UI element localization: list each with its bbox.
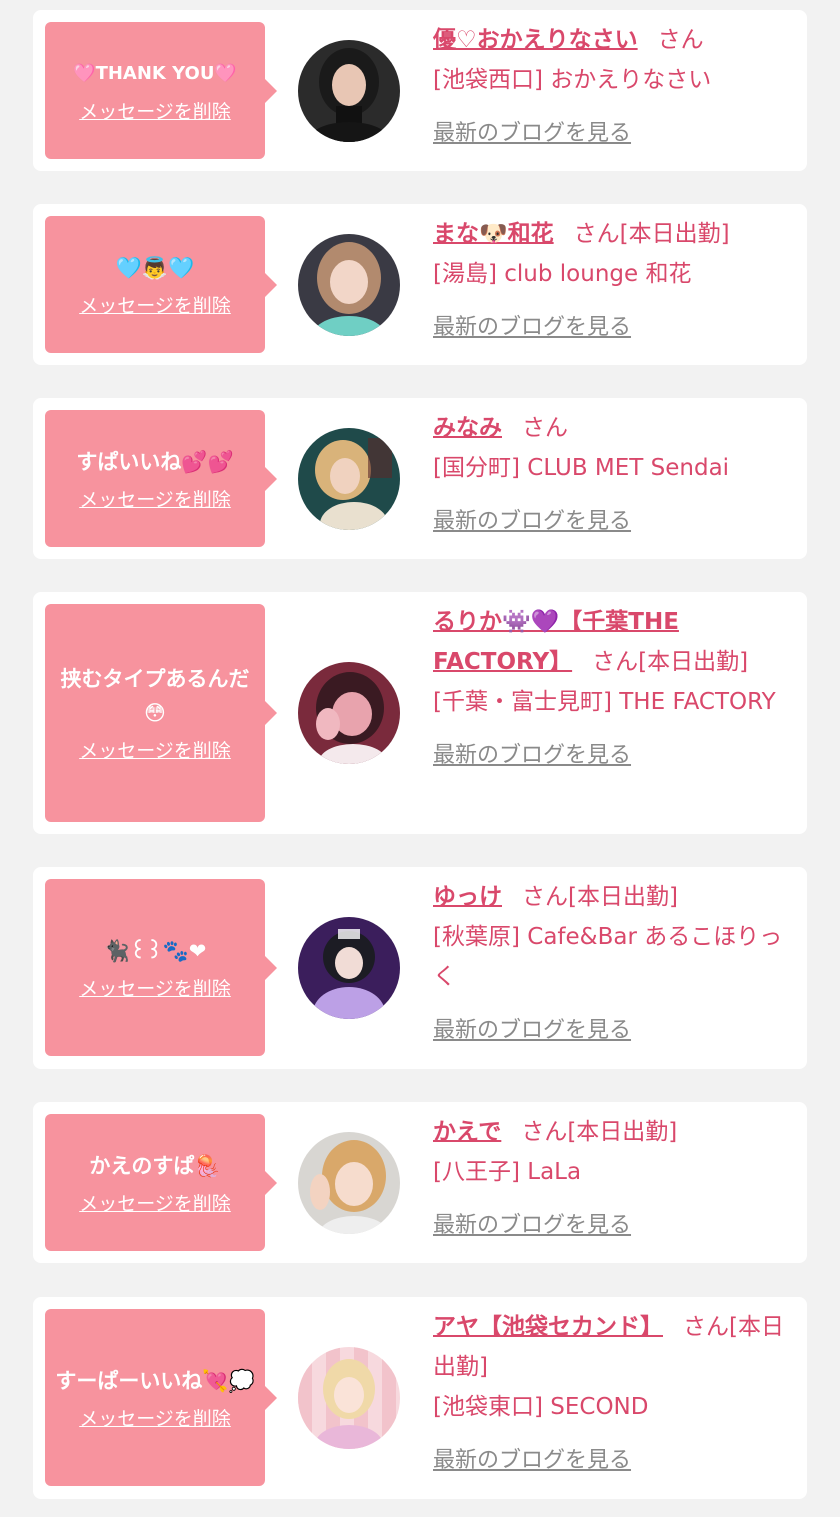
message-text: かえのすぱ🪼 bbox=[89, 1153, 221, 1178]
delete-message-link[interactable]: メッセージを削除 bbox=[79, 99, 231, 125]
latest-blog-link[interactable]: 最新のブログを見る bbox=[433, 1441, 793, 1481]
delete-message-link[interactable]: メッセージを削除 bbox=[79, 1191, 231, 1217]
name-line: まな🐶和花 さん[本日出勤] bbox=[433, 214, 793, 254]
cast-name-link[interactable]: かえで bbox=[433, 1119, 501, 1145]
shop-location: [八王子] LaLa bbox=[433, 1159, 582, 1185]
cast-info: みなみ さん [国分町] CLUB MET Sendai 最新のブログを見る bbox=[433, 408, 793, 542]
message-card: かえのすぱ🪼 メッセージを削除 かえで さん[本日出勤] [八王子] LaLa 最… bbox=[33, 1102, 807, 1263]
latest-blog-link[interactable]: 最新のブログを見る bbox=[433, 1206, 793, 1246]
message-bubble: 🐈‍⬛꒰꒱🐾❤ メッセージを削除 bbox=[45, 879, 265, 1056]
avatar[interactable] bbox=[298, 234, 400, 336]
latest-blog-link[interactable]: 最新のブログを見る bbox=[433, 736, 793, 776]
message-card: 🩷THANK YOU🩷 メッセージを削除 優♡おかえりなさい さん [池袋西口] … bbox=[33, 10, 807, 171]
avatar[interactable] bbox=[298, 662, 400, 764]
avatar-dark-hair-woman-icon bbox=[298, 40, 400, 142]
delete-message-link[interactable]: メッセージを削除 bbox=[79, 1406, 231, 1432]
cast-name-link[interactable]: ゆっけ bbox=[433, 884, 502, 910]
honorific: さん[本日出勤] bbox=[573, 221, 730, 247]
cast-info: かえで さん[本日出勤] [八王子] LaLa 最新のブログを見る bbox=[433, 1112, 793, 1246]
message-card: 🩵👼🩵 メッセージを削除 まな🐶和花 さん[本日出勤] [湯島] club lou… bbox=[33, 204, 807, 365]
avatar[interactable] bbox=[298, 1132, 400, 1234]
latest-blog-link[interactable]: 最新のブログを見る bbox=[433, 502, 793, 542]
name-line: かえで さん[本日出勤] bbox=[433, 1112, 793, 1152]
delete-message-link[interactable]: メッセージを削除 bbox=[79, 738, 231, 764]
message-text: 🩷THANK YOU🩷 bbox=[73, 62, 237, 84]
honorific: さん bbox=[522, 415, 568, 441]
name-line: みなみ さん bbox=[433, 408, 793, 448]
message-card: すぱいいね💕💕 メッセージを削除 みなみ さん [国分町] CLUB MET Se… bbox=[33, 398, 807, 559]
avatar-pink-background-icon bbox=[298, 1347, 400, 1449]
shop-location: [秋葉原] Cafe&Bar あるこほりっく bbox=[433, 924, 783, 990]
message-text: 🐈‍⬛꒰꒱🐾❤ bbox=[103, 938, 207, 963]
cast-name-link[interactable]: アヤ【池袋セカンド】 bbox=[433, 1314, 663, 1340]
message-text: 挟むタイプあるんだ😳 bbox=[60, 667, 250, 725]
shop-location: [千葉・富士見町] THE FACTORY bbox=[433, 689, 776, 715]
name-line: るりか👾💜【千葉THE FACTORY】 さん[本日出勤] bbox=[433, 602, 793, 682]
message-card: すーぱーいいね💘💭 メッセージを削除 アヤ【池袋セカンド】 さん[本日出勤] [池… bbox=[33, 1297, 807, 1499]
avatar-purple-costume-icon bbox=[298, 917, 400, 1019]
delete-message-link[interactable]: メッセージを削除 bbox=[79, 487, 231, 513]
cast-name-link[interactable]: 優♡おかえりなさい bbox=[433, 27, 638, 53]
message-bubble: かえのすぱ🪼 メッセージを削除 bbox=[45, 1114, 265, 1251]
cast-name-link[interactable]: まな🐶和花 bbox=[433, 221, 554, 247]
latest-blog-link[interactable]: 最新のブログを見る bbox=[433, 114, 793, 154]
avatar-light-hair-woman-icon bbox=[298, 234, 400, 336]
honorific: さん[本日出勤] bbox=[592, 649, 749, 675]
avatar-pink-selfie-icon bbox=[298, 662, 400, 764]
message-bubble: すーぱーいいね💘💭 メッセージを削除 bbox=[45, 1309, 265, 1486]
honorific: さん[本日出勤] bbox=[521, 1119, 678, 1145]
latest-blog-link[interactable]: 最新のブログを見る bbox=[433, 1011, 793, 1051]
message-text: すーぱーいいね💘💭 bbox=[55, 1368, 255, 1393]
cast-info: 優♡おかえりなさい さん [池袋西口] おかえりなさい 最新のブログを見る bbox=[433, 20, 793, 154]
message-bubble: すぱいいね💕💕 メッセージを削除 bbox=[45, 410, 265, 547]
message-bubble: 🩵👼🩵 メッセージを削除 bbox=[45, 216, 265, 353]
avatar-peace-sign-icon bbox=[298, 1132, 400, 1234]
avatar-blonde-woman-icon bbox=[298, 428, 400, 530]
avatar[interactable] bbox=[298, 1347, 400, 1449]
cast-info: まな🐶和花 さん[本日出勤] [湯島] club lounge 和花 最新のブログ… bbox=[433, 214, 793, 348]
cast-info: ゆっけ さん[本日出勤] [秋葉原] Cafe&Bar あるこほりっく 最新のブロ… bbox=[433, 877, 793, 1051]
message-card: 🐈‍⬛꒰꒱🐾❤ メッセージを削除 ゆっけ さん[本日出勤] [秋葉原] Cafe&… bbox=[33, 867, 807, 1069]
shop-location: [池袋西口] おかえりなさい bbox=[433, 67, 712, 93]
avatar[interactable] bbox=[298, 428, 400, 530]
latest-blog-link[interactable]: 最新のブログを見る bbox=[433, 308, 793, 348]
delete-message-link[interactable]: メッセージを削除 bbox=[79, 976, 231, 1002]
name-line: アヤ【池袋セカンド】 さん[本日出勤] bbox=[433, 1307, 793, 1387]
name-line: 優♡おかえりなさい さん bbox=[433, 20, 793, 60]
name-line: ゆっけ さん[本日出勤] bbox=[433, 877, 793, 917]
message-text: すぱいいね💕💕 bbox=[76, 449, 234, 474]
message-text: 🩵👼🩵 bbox=[115, 255, 195, 280]
cast-info: アヤ【池袋セカンド】 さん[本日出勤] [池袋東口] SECOND 最新のブログを… bbox=[433, 1307, 793, 1481]
shop-location: [国分町] CLUB MET Sendai bbox=[433, 455, 730, 481]
honorific: さん bbox=[657, 27, 704, 53]
cast-info: るりか👾💜【千葉THE FACTORY】 さん[本日出勤] [千葉・富士見町] T… bbox=[433, 602, 793, 776]
message-bubble: 🩷THANK YOU🩷 メッセージを削除 bbox=[45, 22, 265, 159]
avatar[interactable] bbox=[298, 40, 400, 142]
honorific: さん[本日出勤] bbox=[522, 884, 678, 910]
message-card: 挟むタイプあるんだ😳 メッセージを削除 るりか👾💜【千葉THE FACTORY】… bbox=[33, 592, 807, 834]
avatar[interactable] bbox=[298, 917, 400, 1019]
message-bubble: 挟むタイプあるんだ😳 メッセージを削除 bbox=[45, 604, 265, 822]
cast-name-link[interactable]: みなみ bbox=[433, 415, 502, 441]
shop-location: [池袋東口] SECOND bbox=[433, 1394, 649, 1420]
delete-message-link[interactable]: メッセージを削除 bbox=[79, 293, 231, 319]
shop-location: [湯島] club lounge 和花 bbox=[433, 261, 692, 287]
